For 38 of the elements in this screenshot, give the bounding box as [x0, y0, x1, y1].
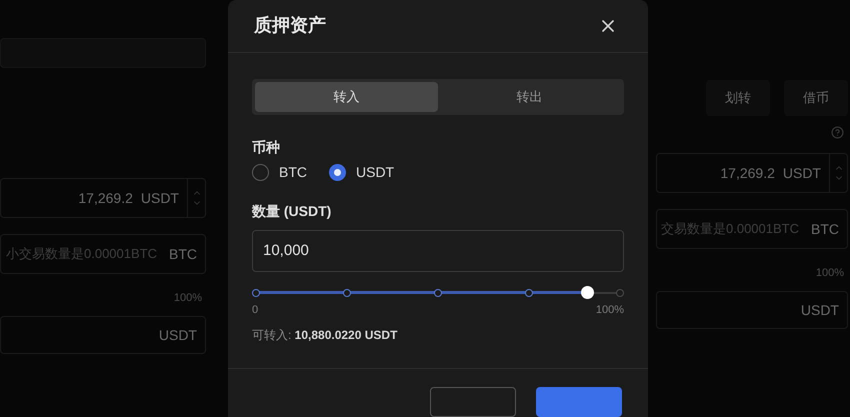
input-field[interactable]: USDT: [0, 316, 206, 354]
amount-value: 17,269.2: [78, 188, 133, 208]
slider-step-mark[interactable]: [616, 288, 624, 296]
input-field[interactable]: 小交易数量是0.00001BTC BTC: [0, 234, 206, 274]
percent-label: 100%: [816, 266, 844, 281]
unit-label: BTC: [811, 220, 839, 238]
input-field[interactable]: 交易数量是0.00001BTC BTC: [656, 209, 848, 249]
slider-min-label: 0: [252, 302, 258, 318]
slider-thumb[interactable]: [581, 286, 594, 298]
input-field[interactable]: 17,269.2 USDT: [0, 178, 206, 218]
cancel-button[interactable]: [430, 387, 516, 417]
tab[interactable]: 转出: [438, 82, 621, 112]
unit-label: USDT: [158, 326, 197, 344]
action-button[interactable]: 划转: [706, 80, 770, 116]
slider-step-mark[interactable]: [525, 288, 533, 296]
unit-label: USDT: [800, 300, 839, 320]
radio-icon[interactable]: [252, 164, 269, 180]
field-label: 币种: [252, 138, 280, 156]
unit-label: USDT: [140, 188, 179, 208]
amount-value: 17,269.2: [720, 164, 775, 182]
field-label: 数量 (USDT): [252, 202, 332, 221]
action-button[interactable]: 借币: [784, 80, 848, 116]
radio-option[interactable]: USDT: [329, 162, 394, 182]
radio-option[interactable]: BTC: [252, 162, 307, 182]
amount-input[interactable]: 10,000: [252, 230, 624, 272]
tab[interactable]: 转入: [255, 82, 438, 112]
input-field[interactable]: USDT: [656, 291, 848, 329]
radio-icon[interactable]: [329, 164, 346, 180]
slider-max-label: 100%: [596, 302, 624, 318]
available-amount: 可转入: 10,880.0220 USDT: [252, 327, 398, 344]
unit-label: USDT: [782, 164, 821, 182]
percent-label: 100%: [174, 290, 202, 306]
dialog-title: 质押资产: [254, 14, 326, 38]
slider-step-mark[interactable]: [434, 288, 442, 296]
slider-step-mark[interactable]: [252, 288, 260, 296]
unit-label: BTC: [169, 244, 197, 264]
input-field[interactable]: 17,269.2 USDT: [656, 153, 848, 193]
slider-step-mark[interactable]: [343, 288, 351, 296]
